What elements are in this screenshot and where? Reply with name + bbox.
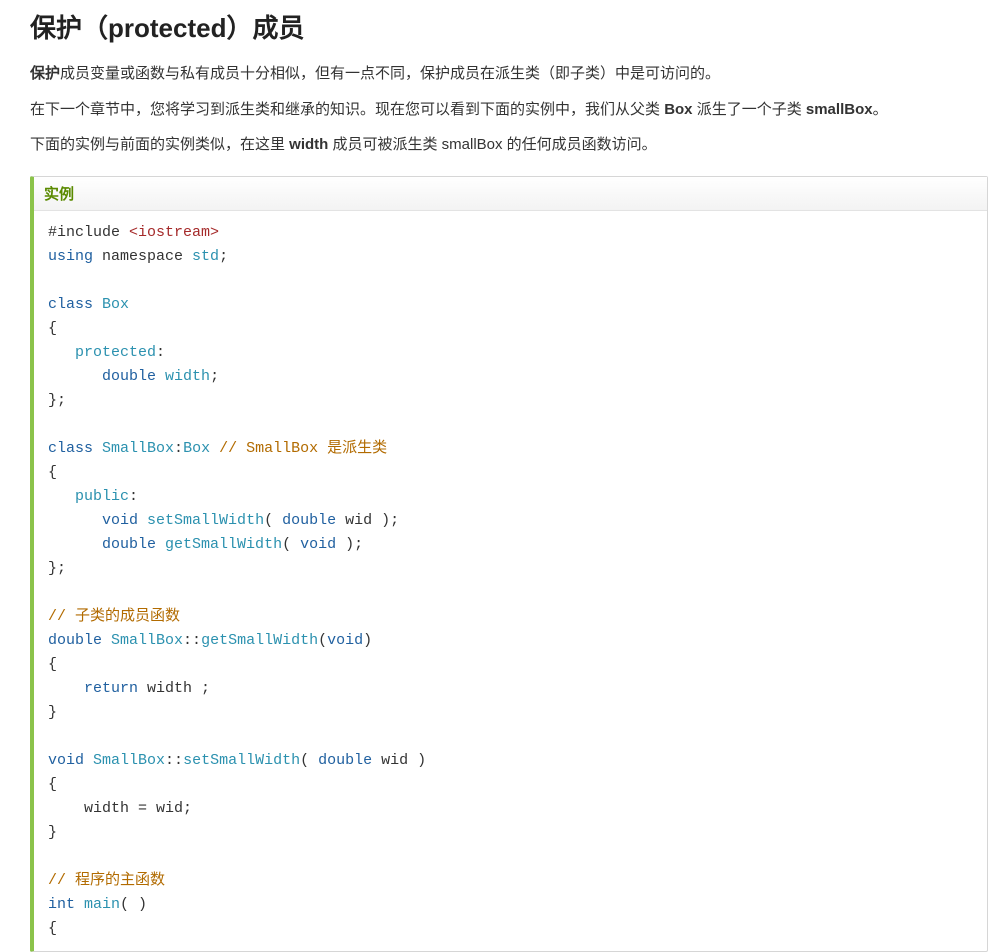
code-text xyxy=(84,752,93,769)
code-type: Box xyxy=(183,440,210,457)
code-text xyxy=(48,368,102,385)
code-comment: // SmallBox 是派生类 xyxy=(219,440,387,457)
code-block: #include <iostream> using namespace std;… xyxy=(34,211,987,951)
code-text: :: xyxy=(165,752,183,769)
code-keyword: double xyxy=(48,632,102,649)
code-keyword: class xyxy=(48,440,93,457)
text: 下面的实例与前面的实例类似，在这里 xyxy=(30,136,289,153)
code-keyword: protected xyxy=(75,344,156,361)
code-text xyxy=(102,632,111,649)
code-text: { xyxy=(48,320,57,337)
code-type: SmallBox xyxy=(102,440,174,457)
code-blank xyxy=(48,584,57,601)
code-text xyxy=(75,896,84,913)
code-text xyxy=(48,488,75,505)
code-text: wid ); xyxy=(336,512,399,529)
code-text: : xyxy=(174,440,183,457)
code-keyword: double xyxy=(282,512,336,529)
text: 在下一个章节中，您将学习到派生类和继承的知识。现在您可以看到下面的实例中，我们从… xyxy=(30,101,664,118)
code-text xyxy=(210,440,219,457)
code-comment: // 子类的成员函数 xyxy=(48,608,180,625)
paragraph-2: 在下一个章节中，您将学习到派生类和继承的知识。现在您可以看到下面的实例中，我们从… xyxy=(30,97,988,123)
code-text: } xyxy=(48,824,57,841)
code-text: wid ) xyxy=(372,752,426,769)
code-text: ( xyxy=(318,632,327,649)
code-keyword: return xyxy=(84,680,138,697)
code-fn: setSmallWidth xyxy=(147,512,264,529)
code-text: width ; xyxy=(138,680,210,697)
code-text: { xyxy=(48,920,57,937)
bold-text: width xyxy=(289,136,328,153)
code-id: std xyxy=(192,248,219,265)
code-blank xyxy=(48,416,57,433)
code-fn: main xyxy=(84,896,120,913)
code-text: { xyxy=(48,776,57,793)
text: 成员变量或函数与私有成员十分相似，但有一点不同，保护成员在派生类（即子类）中是可… xyxy=(60,65,720,82)
code-text: width = wid; xyxy=(48,800,192,817)
code-type: Box xyxy=(102,296,129,313)
code-fn: setSmallWidth xyxy=(183,752,300,769)
code-text: ); xyxy=(336,536,363,553)
bold-text: Box xyxy=(664,101,692,118)
code-keyword: public xyxy=(75,488,129,505)
code-text: { xyxy=(48,464,57,481)
text: 成员可被派生类 smallBox 的任何成员函数访问。 xyxy=(328,136,656,153)
code-blank xyxy=(48,272,57,289)
code-text: }; xyxy=(48,392,66,409)
text: 派生了一个子类 xyxy=(693,101,806,118)
code-keyword: void xyxy=(48,752,84,769)
code-keyword: void xyxy=(300,536,336,553)
code-text: { xyxy=(48,656,57,673)
code-text: : xyxy=(156,344,165,361)
code-text xyxy=(93,440,102,457)
code-text xyxy=(48,680,84,697)
code-text xyxy=(48,512,102,529)
example-header: 实例 xyxy=(34,177,987,211)
code-text: :: xyxy=(183,632,201,649)
code-text: } xyxy=(48,704,57,721)
code-text: ( xyxy=(282,536,300,553)
bold-text: smallBox xyxy=(806,101,873,118)
code-text: ; xyxy=(210,368,219,385)
code-text xyxy=(48,536,102,553)
code-text xyxy=(156,536,165,553)
bold-text: 保护 xyxy=(30,65,60,82)
code-text xyxy=(93,296,102,313)
code-text: : xyxy=(129,488,138,505)
code-type: SmallBox xyxy=(93,752,165,769)
code-text xyxy=(138,512,147,529)
code-keyword: using xyxy=(48,248,93,265)
code-keyword: double xyxy=(318,752,372,769)
code-text: }; xyxy=(48,560,66,577)
example-box: 实例 #include <iostream> using namespace s… xyxy=(30,176,988,952)
paragraph-3: 下面的实例与前面的实例类似，在这里 width 成员可被派生类 smallBox… xyxy=(30,132,988,158)
code-keyword: void xyxy=(327,632,363,649)
code-keyword: class xyxy=(48,296,93,313)
code-fn: getSmallWidth xyxy=(165,536,282,553)
code-text: ( xyxy=(264,512,282,529)
code-comment: // 程序的主函数 xyxy=(48,872,165,889)
code-text: #include xyxy=(48,224,129,241)
code-blank xyxy=(48,848,57,865)
code-type: SmallBox xyxy=(111,632,183,649)
code-keyword: double xyxy=(102,536,156,553)
code-text: ) xyxy=(363,632,372,649)
code-id: width xyxy=(165,368,210,385)
code-text xyxy=(156,368,165,385)
code-include: <iostream> xyxy=(129,224,219,241)
code-fn: getSmallWidth xyxy=(201,632,318,649)
code-text: ( xyxy=(300,752,318,769)
code-text: namespace xyxy=(93,248,192,265)
code-text: ( ) xyxy=(120,896,147,913)
code-keyword: double xyxy=(102,368,156,385)
code-keyword: void xyxy=(102,512,138,529)
paragraph-1: 保护成员变量或函数与私有成员十分相似，但有一点不同，保护成员在派生类（即子类）中… xyxy=(30,61,988,87)
text: 。 xyxy=(873,101,888,118)
code-keyword: int xyxy=(48,896,75,913)
page-heading: 保护（protected）成员 xyxy=(30,8,988,45)
code-text: ; xyxy=(219,248,228,265)
code-blank xyxy=(48,728,57,745)
code-text xyxy=(48,344,75,361)
